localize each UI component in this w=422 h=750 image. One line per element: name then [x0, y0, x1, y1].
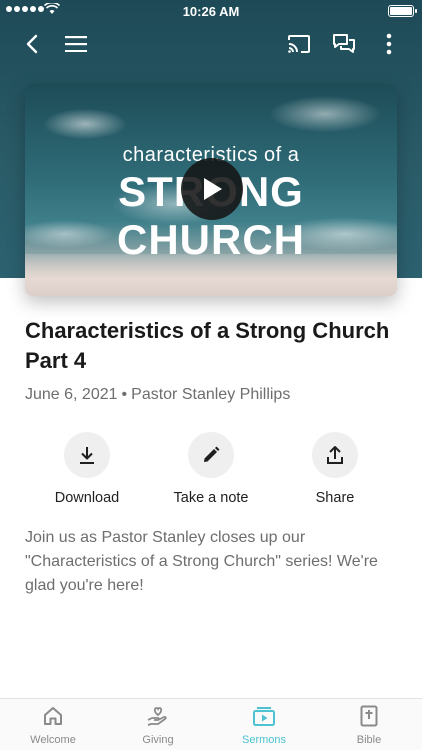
- tab-giving-label: Giving: [142, 734, 174, 746]
- more-icon: [386, 33, 392, 55]
- menu-button[interactable]: [60, 28, 92, 60]
- status-time: 10:26 AM: [182, 4, 240, 19]
- sermon-meta: June 6, 2021 • Pastor Stanley Phillips: [25, 386, 290, 404]
- home-icon: [44, 707, 62, 725]
- chat-button[interactable]: [328, 28, 360, 60]
- more-options-button[interactable]: [373, 28, 405, 60]
- take-note-label: Take a note: [173, 490, 249, 506]
- sermon-speaker: Pastor Stanley Phillips: [131, 386, 291, 403]
- share-button[interactable]: Share: [275, 432, 395, 506]
- tab-bible[interactable]: Bible: [329, 705, 409, 746]
- menu-icon: [65, 36, 87, 52]
- sermon-actions: Download Take a note Share: [0, 432, 422, 512]
- battery-icon: [388, 5, 417, 17]
- play-icon: [204, 178, 222, 200]
- status-bar: 10:26 AM: [0, 0, 422, 22]
- share-icon: [327, 446, 343, 464]
- download-label: Download: [54, 490, 120, 506]
- bible-icon: [360, 705, 378, 727]
- tab-bible-label: Bible: [356, 734, 382, 746]
- giving-hand-heart-icon: [147, 707, 167, 726]
- tab-welcome[interactable]: Welcome: [13, 705, 93, 746]
- download-circle: [64, 432, 110, 478]
- take-note-circle: [188, 432, 234, 478]
- bottom-tab-bar: Welcome Giving Sermons Bible: [0, 698, 422, 750]
- top-nav-bar: [0, 24, 422, 64]
- pencil-icon: [204, 446, 220, 462]
- sermons-video-icon: [253, 707, 275, 726]
- sermon-title: Characteristics of a Strong Church Part …: [25, 318, 390, 373]
- back-button[interactable]: [16, 28, 48, 60]
- chat-icon: [333, 34, 355, 53]
- tab-welcome-label: Welcome: [30, 734, 76, 746]
- cast-button[interactable]: [283, 28, 315, 60]
- play-button[interactable]: [181, 158, 243, 220]
- cast-icon: [288, 35, 310, 53]
- sermon-description: Join us as Pastor Stanley closes up our …: [25, 529, 378, 594]
- tab-sermons[interactable]: Sermons: [224, 705, 304, 746]
- meta-separator: •: [121, 386, 128, 403]
- back-icon: [26, 34, 38, 54]
- tab-giving[interactable]: Giving: [118, 705, 198, 746]
- tab-sermons-label: Sermons: [241, 734, 287, 746]
- sermon-date: June 6, 2021: [25, 386, 118, 403]
- share-circle: [312, 432, 358, 478]
- share-label: Share: [315, 490, 355, 506]
- download-icon: [80, 447, 94, 464]
- download-button[interactable]: Download: [27, 432, 147, 506]
- sermon-video-thumbnail[interactable]: characteristics of a STRONG CHURCH: [25, 84, 397, 296]
- take-note-button[interactable]: Take a note: [151, 432, 271, 506]
